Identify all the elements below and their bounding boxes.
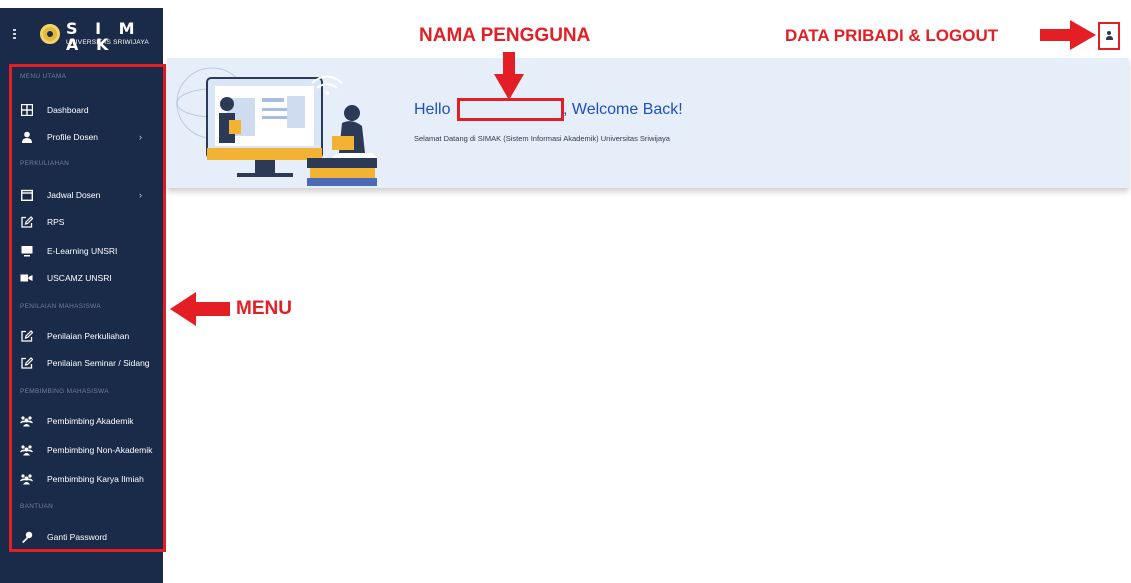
annotation-menu: MENU — [236, 298, 292, 319]
menu-toggle-icon[interactable] — [13, 29, 17, 41]
user-name-placeholder — [457, 98, 564, 121]
user-icon — [1105, 31, 1113, 43]
menu-highlight-box — [9, 64, 166, 552]
annotation-nama-pengguna: NAMA PENGGUNA — [419, 25, 591, 46]
app-frame: S I M A K UNIVERSITAS SRIWIJAYA MENU UTA… — [0, 0, 1131, 583]
arrow-left-icon — [170, 292, 230, 326]
welcome-illustration — [176, 67, 377, 186]
greeting-welcome: , Welcome Back! — [563, 101, 683, 118]
university-logo-icon — [40, 24, 60, 44]
sidebar-header: S I M A K UNIVERSITAS SRIWIJAYA — [0, 8, 163, 58]
greeting-hello: Hello — [414, 101, 451, 118]
welcome-banner — [167, 58, 1129, 188]
app-logo-subtitle: UNIVERSITAS SRIWIJAYA — [66, 39, 149, 46]
app-logo-text: S I M A K — [66, 19, 141, 54]
greeting-subtitle: Selamat Datang di SIMAK (Sistem Informas… — [414, 134, 670, 143]
annotation-data-pribadi: DATA PRIBADI & LOGOUT — [785, 26, 999, 45]
user-menu-button[interactable] — [1098, 22, 1120, 50]
arrow-down-icon — [494, 52, 524, 100]
arrow-right-icon — [1040, 20, 1096, 50]
